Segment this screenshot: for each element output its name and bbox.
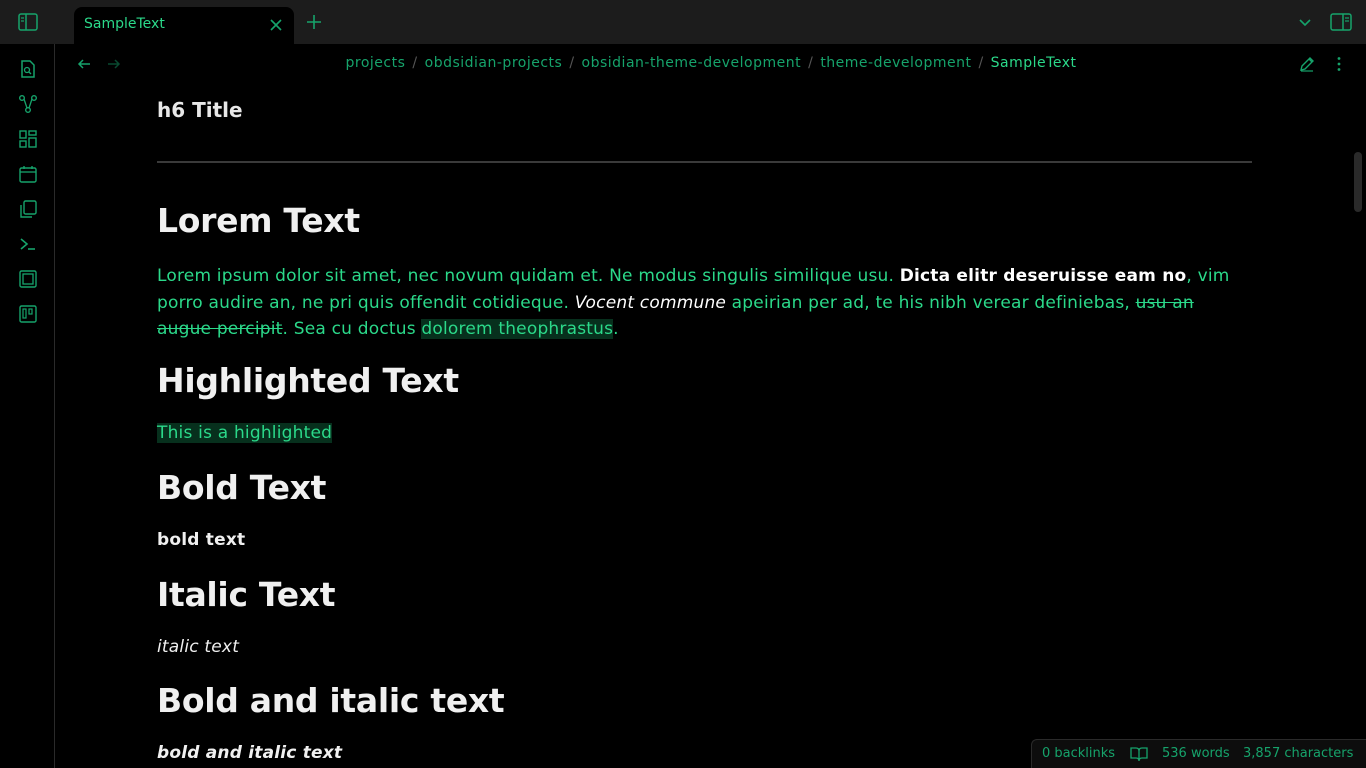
lorem-text: apeirian per ad, te his nibh verear defi…: [726, 292, 1136, 313]
copy-icon[interactable]: [18, 199, 38, 219]
view-header: projects / obdsidian-projects / obsidian-the…: [56, 44, 1366, 84]
breadcrumb: projects / obdsidian-projects / obsidian-the…: [56, 55, 1366, 71]
breadcrumb-separator: /: [808, 55, 814, 71]
more-vertical-icon[interactable]: [1330, 55, 1348, 73]
heading-italic: Italic Text: [157, 575, 336, 614]
lorem-paragraph: Lorem ipsum dolor sit amet, nec novum qu…: [157, 263, 1252, 343]
lorem-bold: Dicta elitr deseruisse eam no: [899, 266, 1187, 286]
highlight-mark: This is a highlighted: [157, 423, 333, 443]
bold-italic-text: bold and italic text: [157, 743, 343, 763]
word-count: 536 words: [1162, 746, 1230, 761]
breadcrumb-item[interactable]: projects: [346, 55, 406, 71]
grid-icon[interactable]: [18, 129, 38, 149]
stacked-pages-icon[interactable]: [18, 269, 38, 289]
tab-sampletext[interactable]: SampleText: [74, 7, 294, 44]
backlinks-count[interactable]: 0 backlinks: [1042, 746, 1115, 761]
breadcrumb-current[interactable]: SampleText: [991, 55, 1077, 71]
sidebar-right-icon[interactable]: [1330, 13, 1352, 31]
scrollbar-thumb[interactable]: [1354, 152, 1362, 212]
close-icon[interactable]: [268, 17, 284, 33]
breadcrumb-item[interactable]: theme-development: [820, 55, 971, 71]
heading-lorem: Lorem Text: [157, 201, 360, 240]
lorem-text: . Sea cu doctus: [282, 319, 422, 339]
horizontal-rule: [157, 161, 1252, 163]
breadcrumb-separator: /: [569, 55, 575, 71]
chevron-down-icon[interactable]: [1297, 14, 1313, 30]
highlighted-text: This is a highlighted: [157, 423, 333, 443]
terminal-icon[interactable]: [18, 234, 38, 254]
kanban-icon[interactable]: [18, 304, 38, 324]
calendar-icon[interactable]: [18, 164, 38, 184]
breadcrumb-separator: /: [978, 55, 984, 71]
title-bar: SampleText: [0, 0, 1366, 44]
sidebar-left-icon[interactable]: [18, 13, 38, 31]
heading-bold-italic: Bold and italic text: [157, 681, 505, 720]
lorem-mark: dolorem theophrastus: [421, 319, 614, 339]
lorem-text: .: [613, 319, 619, 339]
book-open-icon[interactable]: [1130, 746, 1148, 762]
bold-text: bold text: [157, 530, 246, 550]
breadcrumb-item[interactable]: obdsidian-projects: [425, 55, 563, 71]
breadcrumb-item[interactable]: obsidian-theme-development: [582, 55, 802, 71]
breadcrumb-separator: /: [412, 55, 418, 71]
h6-title: h6 Title: [157, 98, 243, 122]
graph-icon[interactable]: [18, 94, 38, 114]
character-count: 3,857 characters: [1243, 746, 1354, 761]
plus-icon[interactable]: [305, 13, 323, 31]
file-search-icon[interactable]: [18, 59, 38, 79]
left-ribbon: [0, 44, 55, 768]
status-bar: 0 backlinks 536 words 3,857 characters: [1031, 739, 1366, 768]
lorem-italic: Vocent commune: [574, 292, 727, 313]
heading-bold: Bold Text: [157, 468, 327, 507]
lorem-text: Lorem ipsum dolor sit amet, nec novum qu…: [157, 266, 900, 286]
italic-text: italic text: [157, 637, 240, 657]
tab-label: SampleText: [84, 16, 165, 32]
heading-highlighted: Highlighted Text: [157, 361, 459, 400]
pencil-icon[interactable]: [1298, 55, 1316, 73]
